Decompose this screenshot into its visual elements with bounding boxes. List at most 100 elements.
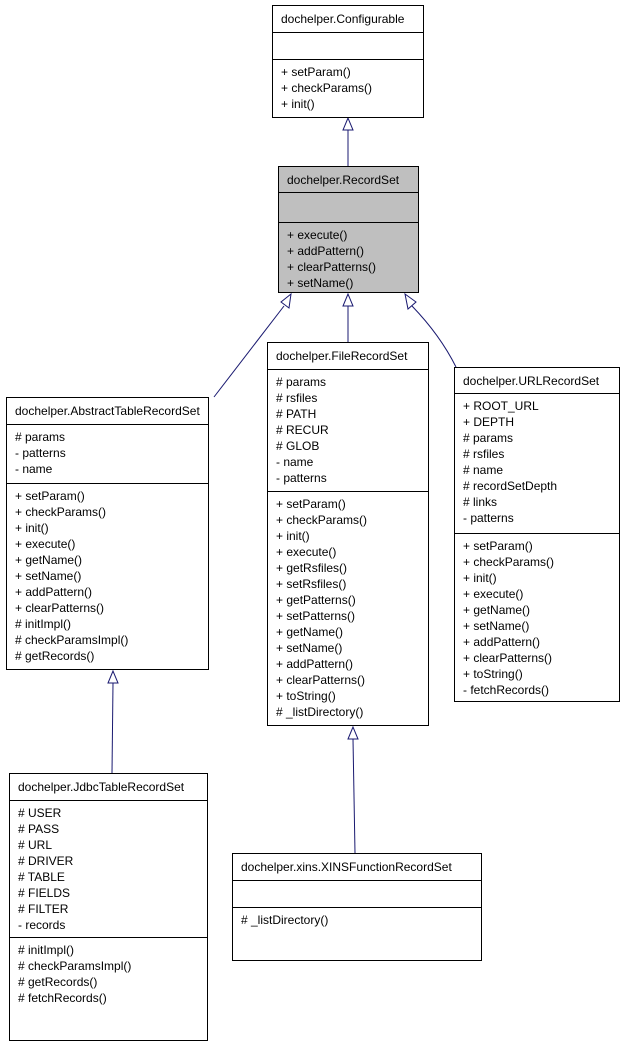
edge-jdbc-abstracttable bbox=[111, 682, 114, 774]
method: + checkParams() bbox=[281, 81, 373, 95]
method: + toString() bbox=[276, 689, 336, 703]
attribute: - records bbox=[18, 918, 66, 932]
method: + getPatterns() bbox=[276, 593, 356, 607]
attribute: - name bbox=[276, 455, 314, 469]
attribute: # USER bbox=[18, 806, 62, 820]
attributes-section bbox=[233, 881, 481, 908]
method: + setParam() bbox=[15, 489, 85, 503]
class-configurable[interactable]: dochelper.Configurable + setParam() + chec… bbox=[272, 5, 424, 118]
inheritance-arrowhead bbox=[342, 292, 354, 307]
method: + setParam() bbox=[276, 497, 346, 511]
method: + addPattern() bbox=[276, 657, 354, 671]
class-name: dochelper.RecordSet bbox=[279, 167, 418, 193]
attributes-section: + ROOT_URL + DEPTH # params # rsfiles # name… bbox=[455, 394, 619, 534]
attributes-section: # USER # PASS # URL # DRIVER # TABLE # FIELDS… bbox=[10, 801, 207, 938]
class-name: dochelper.AbstractTableRecordSet bbox=[7, 398, 208, 425]
method: + clearPatterns() bbox=[287, 260, 377, 274]
attribute: # name bbox=[463, 463, 504, 477]
method: + init() bbox=[281, 97, 315, 111]
method: + addPattern() bbox=[463, 635, 541, 649]
methods-section: # initImpl() # checkParamsImpl() # getReco… bbox=[10, 938, 207, 1042]
attribute: - patterns bbox=[276, 471, 327, 485]
method: + execute() bbox=[276, 545, 337, 559]
class-recordset[interactable]: dochelper.RecordSet + execute() + addPatte… bbox=[278, 166, 419, 293]
method: + clearPatterns() bbox=[276, 673, 366, 687]
method: + getName() bbox=[15, 553, 83, 567]
method: # getRecords() bbox=[18, 975, 98, 989]
method: # fetchRecords() bbox=[18, 991, 107, 1005]
methods-section: + setParam() + checkParams() + init() + exe… bbox=[455, 534, 619, 703]
attribute: # TABLE bbox=[18, 870, 65, 884]
attribute: # DRIVER bbox=[18, 854, 74, 868]
attribute: # rsfiles bbox=[463, 447, 505, 461]
method: - fetchRecords() bbox=[463, 683, 550, 697]
method: + init() bbox=[463, 571, 497, 585]
method: # initImpl() bbox=[15, 617, 72, 631]
methods-section: + setParam() + checkParams() + init() bbox=[273, 60, 423, 119]
method: + init() bbox=[276, 529, 310, 543]
method: + toString() bbox=[463, 667, 523, 681]
method: + getName() bbox=[463, 603, 531, 617]
method: + execute() bbox=[287, 228, 348, 242]
class-name: dochelper.FileRecordSet bbox=[268, 343, 428, 370]
attributes-section bbox=[279, 193, 418, 223]
method: + checkParams() bbox=[15, 505, 107, 519]
attribute: # PATH bbox=[276, 407, 317, 421]
attribute: + ROOT_URL bbox=[463, 399, 539, 413]
attribute: # FIELDS bbox=[18, 886, 71, 900]
attribute: - patterns bbox=[15, 446, 66, 460]
method: + clearPatterns() bbox=[15, 601, 105, 615]
attribute: # params bbox=[15, 430, 66, 444]
method: + checkParams() bbox=[463, 555, 555, 569]
methods-section: + setParam() + checkParams() + init() + exe… bbox=[268, 492, 428, 727]
method: + setName() bbox=[15, 569, 82, 583]
method: + setPatterns() bbox=[276, 609, 356, 623]
inheritance-arrowhead bbox=[342, 116, 354, 131]
attribute: # URL bbox=[18, 838, 53, 852]
method: # _listDirectory() bbox=[241, 913, 329, 927]
attribute: # PASS bbox=[18, 822, 60, 836]
methods-section: # _listDirectory() bbox=[233, 908, 481, 962]
method: # checkParamsImpl() bbox=[15, 633, 129, 647]
attribute: # FILTER bbox=[18, 902, 69, 916]
attribute: # RECUR bbox=[276, 423, 329, 437]
method: + setParam() bbox=[463, 539, 533, 553]
method: + clearPatterns() bbox=[463, 651, 553, 665]
method: + execute() bbox=[15, 537, 76, 551]
class-urlrecordset[interactable]: dochelper.URLRecordSet + ROOT_URL + DEPTH #… bbox=[454, 367, 620, 702]
class-abstracttablerecordset[interactable]: dochelper.AbstractTableRecordSet # params… bbox=[6, 397, 209, 670]
attribute: # recordSetDepth bbox=[463, 479, 558, 493]
method: # checkParamsImpl() bbox=[18, 959, 132, 973]
class-xinsfunctionrecordset[interactable]: dochelper.xins.XINSFunctionRecordSet # _l… bbox=[232, 853, 482, 961]
method: # _listDirectory() bbox=[276, 705, 364, 719]
attributes-section: # params - patterns - name bbox=[7, 425, 208, 484]
attribute: # links bbox=[463, 495, 498, 509]
method: + init() bbox=[15, 521, 49, 535]
method: + setName() bbox=[276, 641, 343, 655]
class-jdbctablerecordset[interactable]: dochelper.JdbcTableRecordSet # USER # PASS… bbox=[9, 773, 208, 1041]
class-name: dochelper.Configurable bbox=[273, 6, 423, 33]
attribute: - patterns bbox=[463, 511, 514, 525]
method: + getRsfiles() bbox=[276, 561, 348, 575]
method: + execute() bbox=[463, 587, 524, 601]
edge-xins-file bbox=[352, 738, 356, 854]
method: + addPattern() bbox=[15, 585, 93, 599]
attribute: - name bbox=[15, 462, 53, 476]
inheritance-arrowhead bbox=[347, 725, 359, 740]
class-name: dochelper.JdbcTableRecordSet bbox=[10, 774, 207, 801]
inheritance-arrowhead bbox=[280, 292, 292, 309]
attribute: # GLOB bbox=[276, 439, 320, 453]
method: + setName() bbox=[287, 276, 354, 290]
method: + getName() bbox=[276, 625, 344, 639]
method: + checkParams() bbox=[276, 513, 368, 527]
inheritance-arrowhead bbox=[107, 669, 119, 684]
attribute: # params bbox=[463, 431, 514, 445]
methods-section: + setParam() + checkParams() + init() + exe… bbox=[7, 484, 208, 671]
method: + setRsfiles() bbox=[276, 577, 347, 591]
attributes-section bbox=[273, 33, 423, 60]
inheritance-arrowhead bbox=[404, 292, 417, 310]
method: + setName() bbox=[463, 619, 530, 633]
method: + addPattern() bbox=[287, 244, 365, 258]
class-filerecordset[interactable]: dochelper.FileRecordSet # params # rsfiles… bbox=[267, 342, 429, 726]
method: + setParam() bbox=[281, 65, 351, 79]
